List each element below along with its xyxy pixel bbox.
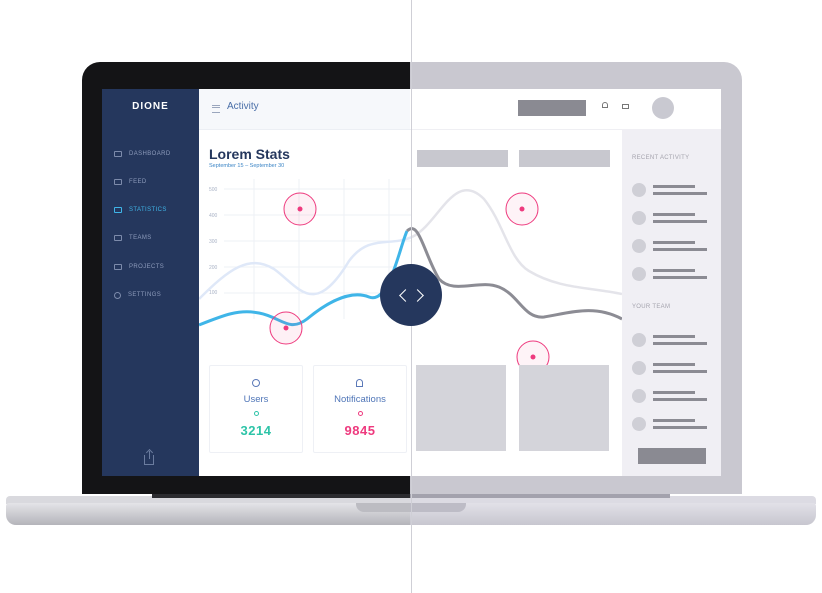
bell-icon[interactable] — [602, 102, 608, 108]
feed-icon — [114, 179, 122, 185]
user-icon — [252, 379, 260, 387]
stats-subtitle: September 15 – September 30 — [209, 163, 285, 169]
wireframe-title-bar — [417, 150, 508, 167]
team-line — [653, 398, 707, 401]
chevron-right-icon — [411, 289, 424, 302]
team-line — [653, 335, 695, 338]
stats-title: Lorem Stats — [209, 146, 290, 162]
laptop-hinge — [152, 494, 412, 498]
activity-avatar — [632, 267, 646, 281]
activity-line — [653, 276, 707, 279]
team-line — [653, 363, 695, 366]
dashboard-icon — [114, 151, 122, 157]
laptop-base-wireframe — [410, 503, 816, 525]
highlight-marker[interactable] — [282, 191, 318, 227]
team-avatar — [632, 389, 646, 403]
chat-icon[interactable] — [622, 104, 629, 109]
team-line — [653, 391, 695, 394]
notifications-card[interactable]: Notifications 9845 — [313, 365, 407, 453]
team-line — [653, 419, 695, 422]
sidebar-item-projects[interactable]: PROJECTS — [114, 260, 199, 274]
wireframe-button[interactable] — [638, 448, 706, 464]
team-avatar — [632, 417, 646, 431]
settings-icon — [114, 291, 121, 299]
sidebar-item-dashboard[interactable]: DASHBOARD — [114, 147, 199, 161]
sidebar-item-statistics[interactable]: STATISTICS — [114, 203, 199, 217]
team-avatar — [632, 361, 646, 375]
status-dot — [358, 411, 363, 416]
team-line — [653, 342, 707, 345]
avatar[interactable] — [652, 97, 674, 119]
sidebar-item-label: PROJECTS — [129, 264, 165, 270]
sidebar-item-label: STATISTICS — [129, 207, 167, 213]
sidebar-item-label: TEAMS — [129, 235, 152, 241]
card-label: Users — [243, 394, 269, 405]
card-value: 9845 — [344, 423, 376, 438]
users-card[interactable]: Users 3214 — [209, 365, 303, 453]
activity-line — [653, 220, 707, 223]
activity-line — [653, 213, 695, 216]
wireframe-card — [519, 365, 609, 451]
laptop-notch-wireframe — [410, 503, 466, 512]
card-label: Notifications — [334, 394, 386, 405]
logo: DIONE — [132, 101, 169, 112]
page-title: Activity — [227, 101, 259, 112]
chevron-left-icon — [399, 289, 412, 302]
wireframe-search-box[interactable] — [518, 100, 586, 116]
sidebar-item-teams[interactable]: TEAMS — [114, 231, 199, 245]
activity-avatar — [632, 211, 646, 225]
card-value: 3214 — [240, 423, 272, 438]
compare-toggle-button[interactable] — [380, 264, 442, 326]
highlight-marker[interactable] — [268, 310, 304, 346]
wireframe-right-panel: RECENT ACTIVITY YOUR TEAM — [622, 129, 721, 476]
sidebar-item-label: SETTINGS — [128, 292, 162, 298]
sidebar-item-feed[interactable]: FEED — [114, 175, 199, 189]
activity-line — [653, 269, 695, 272]
recent-activity-heading: RECENT ACTIVITY — [632, 155, 690, 161]
wireframe-title-bar — [519, 150, 610, 167]
teams-icon — [114, 235, 122, 241]
activity-avatar — [632, 239, 646, 253]
activity-line — [653, 185, 695, 188]
activity-line — [653, 192, 707, 195]
laptop-base — [6, 503, 412, 525]
share-icon-stem — [149, 451, 150, 459]
activity-line — [653, 248, 707, 251]
team-avatar — [632, 333, 646, 347]
your-team-heading: YOUR TEAM — [632, 304, 671, 310]
sidebar-item-settings[interactable]: SETTINGS — [114, 288, 199, 302]
bell-icon — [356, 379, 363, 387]
sidebar: DIONE DASHBOARD FEED STATISTICS TEAMS PR… — [102, 89, 199, 476]
menu-icon-bar — [212, 107, 220, 108]
activity-avatar — [632, 183, 646, 197]
sidebar-item-label: DASHBOARD — [129, 151, 171, 157]
activity-line — [653, 241, 695, 244]
projects-icon — [114, 264, 122, 270]
sidebar-item-label: FEED — [129, 179, 147, 185]
laptop-hinge-wireframe — [410, 494, 670, 498]
laptop-notch — [356, 503, 412, 512]
team-line — [653, 426, 707, 429]
status-dot — [254, 411, 259, 416]
highlight-marker-wireframe[interactable] — [504, 191, 540, 227]
team-line — [653, 370, 707, 373]
wireframe-card — [416, 365, 506, 451]
statistics-icon — [114, 207, 122, 213]
